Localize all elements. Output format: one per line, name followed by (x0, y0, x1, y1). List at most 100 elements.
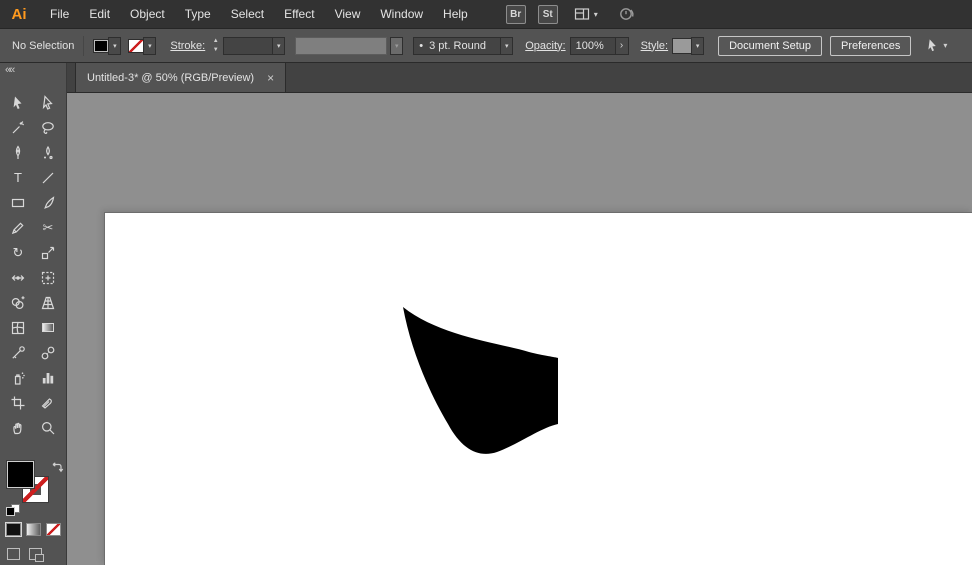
hand-tool[interactable] (3, 415, 33, 440)
stepper-up-icon[interactable]: ▲ (210, 37, 221, 46)
slice-tool[interactable] (33, 390, 63, 415)
width-tool[interactable] (3, 265, 33, 290)
shape-builder-tool[interactable] (3, 290, 33, 315)
document-setup-button[interactable]: Document Setup (718, 36, 822, 56)
style-swatch[interactable] (672, 38, 692, 54)
sync-status[interactable] (618, 5, 636, 23)
rotate-tool-icon: ↻ (13, 246, 24, 259)
blend-tool[interactable] (33, 340, 63, 365)
color-mode-button[interactable] (6, 523, 21, 536)
workspace-icon (574, 7, 590, 21)
brush-definition-dropdown-button[interactable]: ▾ (500, 37, 513, 55)
brush-definition-dropdown[interactable]: • 3 pt. Round (413, 37, 501, 55)
stepper-down-icon[interactable]: ▼ (210, 46, 221, 55)
select-similar-menu[interactable]: ▾ (925, 38, 947, 53)
scissors-tool[interactable]: ✂ (33, 215, 63, 240)
close-tab-icon[interactable]: × (267, 72, 274, 84)
gradient-tool[interactable] (33, 315, 63, 340)
mesh-tool[interactable] (3, 315, 33, 340)
line-segment-tool[interactable] (33, 165, 63, 190)
fill-swatch[interactable] (93, 39, 109, 53)
fill-color-control[interactable]: ▾ (93, 37, 121, 55)
slice-tool-icon (40, 395, 56, 411)
chevron-down-icon: ▾ (696, 42, 700, 50)
stroke-weight-input[interactable] (223, 37, 273, 55)
menu-bar: Ai File Edit Object Type Select Effect V… (0, 0, 972, 29)
opacity-input[interactable]: 100% (570, 37, 616, 55)
line-segment-tool-icon (40, 170, 56, 186)
selection-tool[interactable] (3, 90, 33, 115)
menu-effect[interactable]: Effect (274, 0, 324, 29)
artboard-tool[interactable] (3, 390, 33, 415)
stroke-swatch-none[interactable] (128, 39, 144, 53)
style-panel-link[interactable]: Style: (641, 40, 669, 52)
opacity-expand-button[interactable]: › (615, 37, 629, 55)
preferences-button[interactable]: Preferences (830, 36, 911, 56)
scale-tool[interactable] (33, 240, 63, 265)
default-fill-stroke-button[interactable] (6, 504, 20, 517)
opacity-panel-link[interactable]: Opacity: (525, 40, 565, 52)
chevron-down-icon: ▾ (113, 42, 117, 50)
illustrator-logo: Ai (6, 3, 32, 25)
scale-tool-icon (40, 245, 56, 261)
menu-file[interactable]: File (40, 0, 79, 29)
none-mode-button[interactable] (46, 523, 61, 536)
fill-dropdown-button[interactable]: ▾ (108, 37, 121, 55)
scissors-tool-icon: ✂ (43, 221, 54, 234)
stroke-dropdown-button[interactable]: ▾ (143, 37, 156, 55)
document-tab[interactable]: Untitled-3* @ 50% (RGB/Preview) × (75, 63, 286, 92)
canvas-pasteboard[interactable] (67, 93, 972, 565)
draw-normal-button[interactable] (7, 548, 20, 560)
style-dropdown-button[interactable]: ▾ (691, 37, 704, 55)
stock-button[interactable]: St (538, 5, 558, 24)
curvature-tool-icon (40, 145, 56, 161)
menu-help[interactable]: Help (433, 0, 478, 29)
menu-edit[interactable]: Edit (79, 0, 120, 29)
symbol-sprayer-tool[interactable] (3, 365, 33, 390)
stroke-weight-stepper[interactable]: ▲ ▼ (210, 37, 221, 55)
eyedropper-tool-icon (10, 345, 26, 361)
collapse-panel-button[interactable]: «« (5, 64, 13, 76)
stroke-color-control[interactable]: ▾ (128, 37, 156, 55)
menu-view[interactable]: View (325, 0, 371, 29)
zoom-tool[interactable] (33, 415, 63, 440)
curvature-tool[interactable] (33, 140, 63, 165)
menu-object[interactable]: Object (120, 0, 175, 29)
variable-width-profile-dropdown (295, 37, 387, 55)
column-graph-tool-icon (40, 370, 56, 386)
draw-behind-button[interactable] (29, 548, 42, 560)
column-graph-tool[interactable] (33, 365, 63, 390)
free-transform-tool[interactable] (33, 265, 63, 290)
chevron-down-icon: ▾ (148, 42, 152, 50)
chevron-right-icon: › (620, 40, 623, 51)
control-bar: No Selection ▾ ▾ Stroke: ▲ ▼ ▾ ▾ • 3 pt.… (0, 29, 972, 63)
eyedropper-tool[interactable] (3, 340, 33, 365)
direct-selection-tool[interactable] (33, 90, 63, 115)
swap-fill-stroke-button[interactable] (51, 461, 64, 479)
workspace-switcher[interactable]: ▾ (574, 7, 598, 21)
perspective-grid-tool[interactable] (33, 290, 63, 315)
stroke-panel-link[interactable]: Stroke: (170, 40, 205, 52)
separator (83, 36, 84, 56)
tools-panel: «« (0, 63, 67, 565)
gradient-mode-button[interactable] (26, 523, 41, 536)
paintbrush-tool[interactable] (33, 190, 63, 215)
type-tool[interactable]: T (3, 165, 33, 190)
chevron-down-icon: ▾ (594, 10, 598, 19)
stroke-weight-dropdown-button[interactable]: ▾ (272, 37, 285, 55)
lasso-tool[interactable] (33, 115, 63, 140)
pen-tool[interactable] (3, 140, 33, 165)
black-wave-shape[interactable] (403, 307, 558, 454)
rotate-tool[interactable]: ↻ (3, 240, 33, 265)
menu-select[interactable]: Select (221, 0, 274, 29)
pencil-tool[interactable] (3, 215, 33, 240)
bridge-button[interactable]: Br (506, 5, 526, 24)
document-tab-title: Untitled-3* @ 50% (RGB/Preview) (87, 72, 254, 84)
rectangle-tool[interactable] (3, 190, 33, 215)
menu-type[interactable]: Type (175, 0, 221, 29)
swap-arrow-icon (51, 461, 64, 474)
chevron-down-icon: ▾ (395, 42, 399, 50)
fill-color-swatch[interactable] (7, 461, 34, 488)
menu-window[interactable]: Window (370, 0, 433, 29)
magic-wand-tool[interactable] (3, 115, 33, 140)
